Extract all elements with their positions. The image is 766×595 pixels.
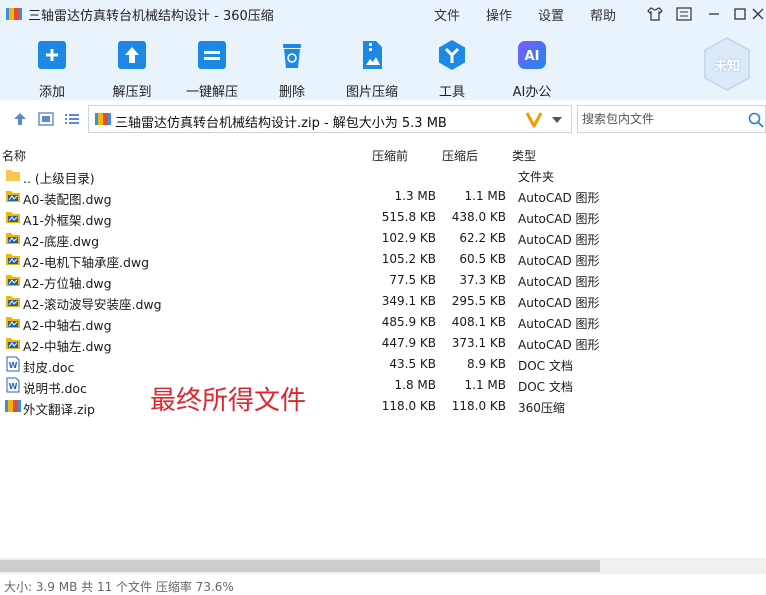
tools-button[interactable]: 工具 — [417, 38, 487, 100]
horizontal-scrollbar[interactable] — [0, 558, 766, 574]
column-name[interactable]: 名称 — [2, 147, 26, 164]
zip-file-icon — [95, 113, 111, 125]
menu-help[interactable]: 帮助 — [590, 5, 616, 24]
list-item[interactable]: A2-滚动波导安装座.dwg 349.1 KB 295.5 KB AutoCAD… — [0, 291, 766, 312]
zip-file-icon — [5, 400, 21, 412]
title-toolbar-area: 三轴雷达仿真转台机械结构设计 - 360压缩 文件 操作 设置 帮助 添加 解压… — [0, 0, 766, 100]
list-item[interactable]: A2-底座.dwg 102.9 KB 62.2 KB AutoCAD 图形 — [0, 228, 766, 249]
menu-icon[interactable] — [674, 4, 694, 24]
folder-icon — [6, 170, 20, 181]
ai-office-button[interactable]: AI AI办公 — [497, 38, 567, 100]
svg-text:W: W — [9, 382, 18, 391]
dwg-file-icon — [6, 338, 20, 349]
list-item[interactable]: W 说明书.doc 1.8 MB 1.1 MB DOC 文档 — [0, 375, 766, 396]
dwg-file-icon — [6, 212, 20, 223]
list-item[interactable]: A1-外框架.dwg 515.8 KB 438.0 KB AutoCAD 图形 — [0, 207, 766, 228]
list-item[interactable]: 外文翻译.zip 118.0 KB 118.0 KB 360压缩 — [0, 396, 766, 417]
column-compressed-size[interactable]: 压缩后 — [442, 147, 478, 164]
list-item[interactable]: A2-中轴左.dwg 447.9 KB 373.1 KB AutoCAD 图形 — [0, 333, 766, 354]
menu-settings[interactable]: 设置 — [538, 5, 564, 24]
verify-v-icon[interactable] — [525, 110, 543, 128]
ai-office-icon: AI — [518, 41, 546, 69]
search-icon[interactable] — [748, 112, 764, 128]
list-item[interactable]: A2-中轴右.dwg 485.9 KB 408.1 KB AutoCAD 图形 — [0, 312, 766, 333]
dwg-file-icon — [6, 317, 20, 328]
dwg-file-icon — [6, 191, 20, 202]
list-view-icon[interactable] — [64, 112, 80, 126]
column-header-row: 名称 压缩前 压缩后 类型 — [0, 144, 766, 164]
search-input[interactable] — [580, 111, 744, 127]
one-click-extract-button[interactable]: 一键解压 — [177, 38, 247, 100]
column-original-size[interactable]: 压缩前 — [372, 147, 408, 164]
address-row: 三轴雷达仿真转台机械结构设计.zip - 解包大小为 5.3 MB — [0, 103, 766, 135]
chevron-down-icon[interactable] — [551, 116, 563, 124]
image-compress-button[interactable]: 图片压缩 — [337, 38, 407, 100]
delete-label: 删除 — [278, 85, 305, 100]
delete-icon — [283, 44, 301, 68]
ai-office-label: AI办公 — [512, 85, 552, 100]
one-click-extract-icon — [198, 41, 226, 69]
svg-text:W: W — [9, 361, 18, 370]
extract-to-label: 解压到 — [112, 85, 152, 100]
file-list: .. (上级目录) 文件夹 A0-装配图.dwg 1.3 MB 1.1 MB A… — [0, 165, 766, 417]
tools-label: 工具 — [438, 85, 465, 100]
badge-label: 未知 — [713, 59, 740, 74]
list-item[interactable]: A0-装配图.dwg 1.3 MB 1.1 MB AutoCAD 图形 — [0, 186, 766, 207]
tools-icon — [439, 40, 465, 70]
column-type[interactable]: 类型 — [512, 147, 536, 164]
minimize-icon[interactable] — [704, 4, 724, 24]
app-icon — [6, 8, 22, 20]
add-label: 添加 — [38, 85, 65, 100]
status-bar: 大小: 3.9 MB 共 11 个文件 压缩率 73.6% — [4, 580, 234, 594]
dwg-file-icon — [6, 275, 20, 286]
annotation-text: 最终所得文件 — [150, 386, 307, 416]
menu-operate[interactable]: 操作 — [486, 5, 512, 24]
list-item[interactable]: A2-电机下轴承座.dwg 105.2 KB 60.5 KB AutoCAD 图… — [0, 249, 766, 270]
archive-path: 三轴雷达仿真转台机械结构设计.zip - 解包大小为 5.3 MB — [115, 116, 447, 131]
skin-icon[interactable] — [645, 4, 665, 24]
up-arrow-icon[interactable] — [12, 112, 28, 126]
dwg-file-icon — [6, 233, 20, 244]
address-bar[interactable]: 三轴雷达仿真转台机械结构设计.zip - 解包大小为 5.3 MB — [88, 105, 572, 133]
scrollbar-thumb[interactable] — [0, 560, 600, 572]
one-click-extract-label: 一键解压 — [185, 85, 238, 100]
delete-button[interactable]: 删除 — [257, 38, 327, 100]
maximize-icon[interactable] — [730, 4, 750, 24]
thumbnail-view-icon[interactable] — [38, 112, 54, 126]
security-badge[interactable]: 未知 — [702, 36, 752, 92]
image-compress-icon — [363, 41, 382, 69]
dwg-file-icon — [6, 296, 20, 307]
dwg-file-icon — [6, 254, 20, 265]
search-box[interactable] — [577, 105, 766, 133]
image-compress-label: 图片压缩 — [345, 85, 398, 100]
add-button[interactable]: 添加 — [17, 38, 87, 100]
extract-to-button[interactable]: 解压到 — [97, 38, 167, 100]
menu-file[interactable]: 文件 — [434, 5, 460, 24]
doc-file-icon: W — [6, 377, 20, 393]
list-item[interactable]: .. (上级目录) 文件夹 — [0, 165, 766, 186]
list-item[interactable]: A2-方位轴.dwg 77.5 KB 37.3 KB AutoCAD 图形 — [0, 270, 766, 291]
list-item[interactable]: W 封皮.doc 43.5 KB 8.9 KB DOC 文档 — [0, 354, 766, 375]
doc-file-icon: W — [6, 356, 20, 372]
svg-text:AI: AI — [525, 49, 540, 64]
add-icon — [38, 41, 66, 69]
window-title: 三轴雷达仿真转台机械结构设计 - 360压缩 — [28, 9, 274, 24]
close-icon[interactable] — [748, 4, 766, 24]
extract-to-icon — [118, 41, 146, 69]
